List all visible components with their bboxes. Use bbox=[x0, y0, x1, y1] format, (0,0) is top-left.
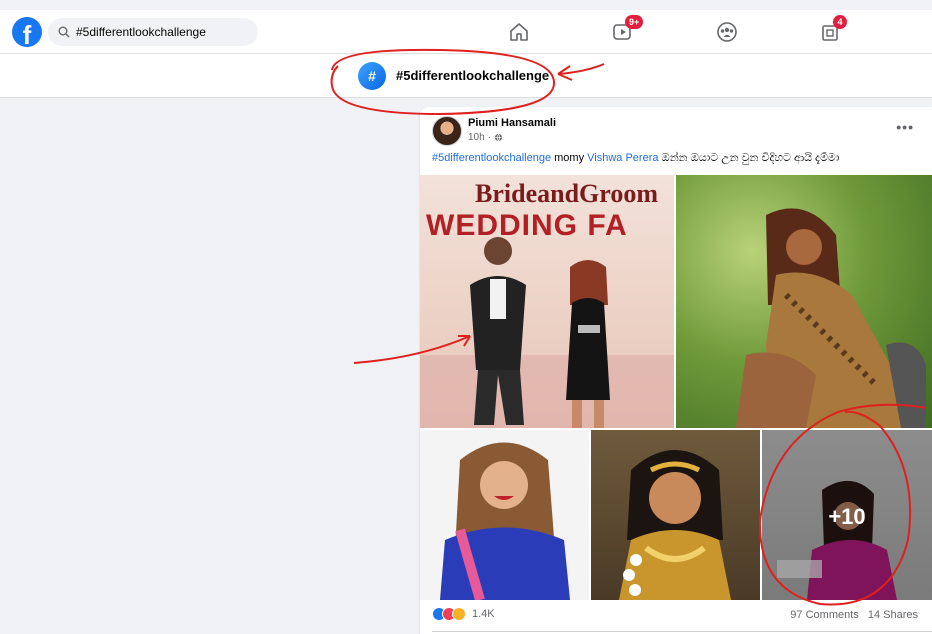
post-photo-2[interactable] bbox=[676, 175, 932, 428]
search-box[interactable] bbox=[48, 18, 258, 46]
post-photo-3[interactable] bbox=[420, 430, 589, 600]
author-name[interactable]: Piumi Hansamali bbox=[468, 117, 556, 129]
globe-icon bbox=[494, 133, 503, 142]
search-input[interactable] bbox=[76, 25, 246, 39]
caption-hashtag-link[interactable]: #5differentlookchallenge bbox=[432, 152, 551, 164]
caption-mention-link[interactable]: Vishwa Perera bbox=[587, 152, 658, 164]
hashtag-icon: # bbox=[358, 62, 386, 90]
top-navigation-bar: f 9+ 4 bbox=[0, 10, 932, 54]
post-photo-1[interactable]: BrideandGroom WEDDING FA bbox=[420, 175, 674, 428]
action-divider bbox=[432, 631, 932, 632]
home-icon[interactable] bbox=[507, 20, 531, 44]
post-meta: 10h · bbox=[468, 132, 503, 143]
post-stats: 97 Comments 14 Shares bbox=[790, 609, 918, 621]
more-options-icon[interactable]: ••• bbox=[896, 119, 914, 135]
author-avatar[interactable] bbox=[432, 116, 462, 146]
reactions-summary[interactable]: 1.4K bbox=[432, 607, 495, 621]
hashtag-title: #5differentlookchallenge bbox=[396, 68, 550, 83]
comments-count[interactable]: 97 Comments bbox=[790, 609, 858, 621]
haha-reaction-icon bbox=[452, 607, 466, 621]
more-photos-count[interactable]: +10 bbox=[762, 504, 932, 530]
pages-notification-badge: 4 bbox=[833, 15, 847, 29]
watch-tab[interactable]: 9+ bbox=[611, 15, 644, 44]
caption-sinhala-text: ඔන්න ඔයාට උන වුන විදිහට ආයි දැම්මා bbox=[661, 152, 840, 164]
post-caption: #5differentlookchallenge momy Vishwa Per… bbox=[432, 152, 839, 165]
dot-separator: · bbox=[487, 132, 492, 143]
shares-count[interactable]: 14 Shares bbox=[868, 609, 918, 621]
caption-text: momy bbox=[554, 152, 585, 164]
search-icon bbox=[58, 26, 70, 38]
hashtag-header: # #5differentlookchallenge bbox=[0, 54, 932, 98]
bridal-figure bbox=[619, 450, 731, 600]
post-photo-4[interactable] bbox=[591, 430, 760, 600]
reactions-count[interactable]: 1.4K bbox=[472, 608, 495, 620]
facebook-logo[interactable]: f bbox=[12, 17, 42, 47]
runway-figures bbox=[420, 237, 674, 428]
watch-notification-badge: 9+ bbox=[625, 15, 644, 29]
post-time[interactable]: 10h bbox=[468, 132, 485, 143]
page: f 9+ 4 # #5differentlookchallenge Piumi … bbox=[0, 0, 932, 634]
groups-icon[interactable] bbox=[715, 20, 739, 44]
portrait-figure bbox=[440, 442, 570, 600]
pages-tab[interactable]: 4 bbox=[819, 15, 847, 44]
post-photo-5-more[interactable]: +10 bbox=[762, 430, 932, 600]
post-card: Piumi Hansamali 10h · ••• #5differentloo… bbox=[420, 107, 932, 634]
outdoor-figure bbox=[736, 208, 926, 428]
